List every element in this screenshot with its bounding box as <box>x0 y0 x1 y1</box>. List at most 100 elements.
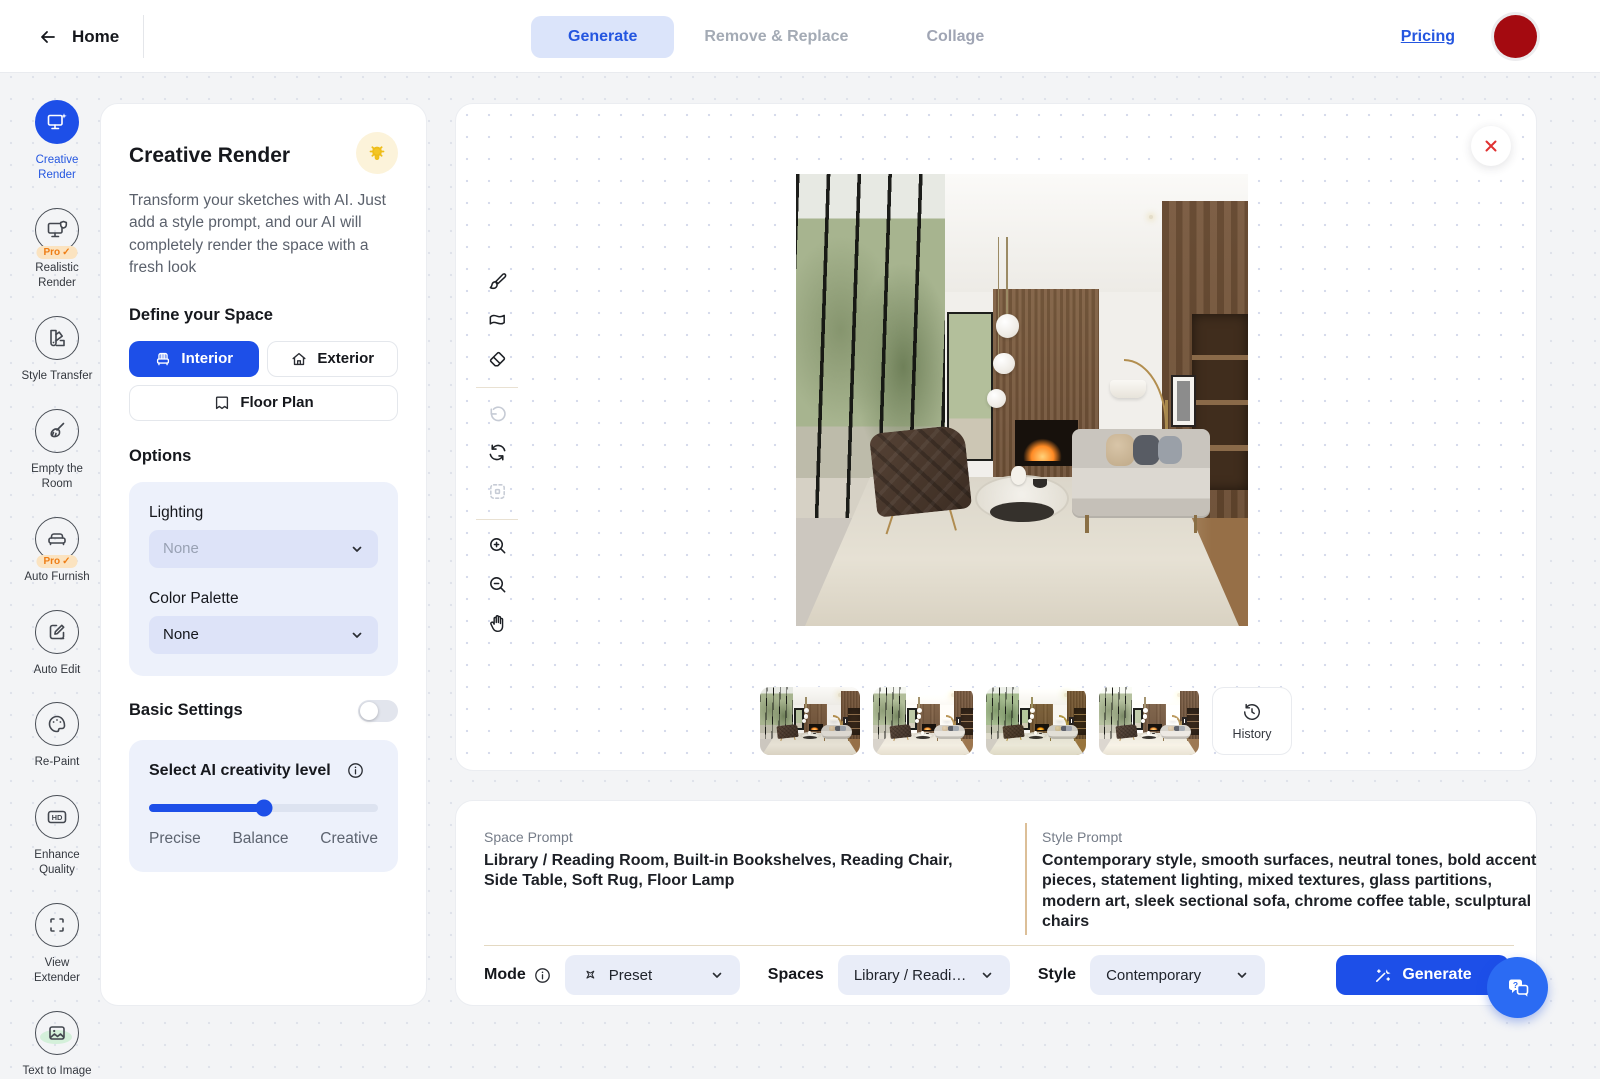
tab-remove-replace[interactable]: Remove & Replace <box>704 28 848 46</box>
sidebar-item-auto-furnish[interactable]: Pro✓ Auto Furnish <box>24 517 89 585</box>
select-area-icon <box>480 474 514 508</box>
floor-plan-icon <box>213 394 231 412</box>
help-chat-button[interactable]: ? <box>1487 957 1548 1018</box>
mode-select[interactable]: Preset <box>565 955 740 995</box>
home-button[interactable]: Home <box>38 0 119 73</box>
sidebar-item-label: Auto Edit <box>34 663 81 678</box>
sidebar-item-enhance-quality[interactable]: HD Enhance Quality <box>21 795 93 878</box>
creativity-slider[interactable] <box>149 804 378 812</box>
sidebar-item-label: Enhance Quality <box>21 848 93 878</box>
info-icon[interactable] <box>534 967 551 984</box>
pan-hand-icon[interactable] <box>480 606 514 640</box>
space-prompt-text[interactable]: Library / Reading Room, Built-in Bookshe… <box>484 851 954 892</box>
close-canvas-button[interactable] <box>1471 126 1511 166</box>
sidebar-item-empty-the-room[interactable]: Empty the Room <box>30 409 84 492</box>
history-button[interactable]: History <box>1212 687 1292 755</box>
home-label: Home <box>72 27 119 47</box>
house-icon <box>290 350 308 368</box>
render-thumbnail-2[interactable] <box>873 687 973 755</box>
floor-plan-button[interactable]: Floor Plan <box>129 385 398 421</box>
interior-label: Interior <box>181 350 233 367</box>
sidebar-item-text-to-image[interactable]: Text to Image <box>22 1011 91 1079</box>
interior-button[interactable]: Interior <box>129 341 259 377</box>
refresh-icon[interactable] <box>480 435 514 469</box>
slider-thumb[interactable] <box>255 799 272 816</box>
header-divider <box>143 15 144 58</box>
sidebar-item-view-extender[interactable]: View Extender <box>21 903 93 986</box>
style-prompt-text[interactable]: Contemporary style, smooth surfaces, neu… <box>1042 851 1538 933</box>
chat-question-icon: ? <box>1503 973 1533 1003</box>
avatar[interactable] <box>1494 15 1537 58</box>
tab-generate[interactable]: Generate <box>531 16 674 58</box>
slider-label-balance: Balance <box>232 830 288 848</box>
lighting-select[interactable]: None <box>149 530 378 568</box>
style-prompt-label: Style Prompt <box>1042 829 1538 845</box>
tool-rail: Creative Render Pro✓ Realistic Render St… <box>18 100 96 1079</box>
sidebar-item-realistic-render[interactable]: Pro✓ Realistic Render <box>21 208 93 291</box>
style-select[interactable]: Contemporary <box>1090 955 1265 995</box>
room-image <box>796 174 1248 626</box>
sidebar-item-style-transfer[interactable]: Style Transfer <box>22 316 93 384</box>
exterior-label: Exterior <box>317 350 374 367</box>
sidebar-item-re-paint[interactable]: Re-Paint <box>35 702 80 770</box>
prompt-bar: Space Prompt Library / Reading Room, Bui… <box>455 800 1537 1006</box>
lighting-value: None <box>163 540 199 557</box>
history-icon <box>1242 702 1262 722</box>
color-palette-select[interactable]: None <box>149 616 378 654</box>
creativity-card: Select AI creativity level Precise Balan… <box>129 740 398 872</box>
sparkle-icon <box>581 966 599 984</box>
define-space-heading: Define your Space <box>129 306 398 325</box>
style-value: Contemporary <box>1106 967 1201 984</box>
basic-settings-toggle[interactable] <box>358 700 398 722</box>
eraser-tool-icon[interactable] <box>480 342 514 376</box>
sidebar-item-label: View Extender <box>21 956 93 986</box>
pricing-link[interactable]: Pricing <box>1401 0 1455 73</box>
spaces-label: Spaces <box>768 966 824 984</box>
render-thumbnail-1[interactable] <box>760 687 860 755</box>
canvas-toolbar <box>476 264 518 645</box>
sidebar-item-label: Re-Paint <box>35 755 80 770</box>
undo-icon <box>480 396 514 430</box>
controls-divider <box>484 945 1514 946</box>
options-card: Lighting None Color Palette None <box>129 482 398 676</box>
render-thumbnail-4[interactable] <box>1099 687 1199 755</box>
sidebar-item-label: Creative Render <box>21 153 93 183</box>
svg-text:?: ? <box>1512 980 1517 990</box>
slider-label-creative: Creative <box>320 830 378 848</box>
sidebar-item-auto-edit[interactable]: Auto Edit <box>34 610 81 678</box>
space-prompt-label: Space Prompt <box>484 829 954 845</box>
image-icon <box>45 1021 69 1045</box>
brush-tool-icon[interactable] <box>480 264 514 298</box>
arrow-left-icon <box>38 27 58 47</box>
chevron-down-icon <box>350 542 364 556</box>
creative-render-panel: Creative Render Transform your sketches … <box>100 103 427 1006</box>
generate-label: Generate <box>1402 966 1471 984</box>
exterior-button[interactable]: Exterior <box>267 341 399 377</box>
style-label: Style <box>1038 966 1076 984</box>
edit-square-icon <box>45 620 69 644</box>
chevron-down-icon <box>710 968 724 982</box>
zoom-out-icon[interactable] <box>480 567 514 601</box>
mode-value: Preset <box>609 967 700 984</box>
tips-button[interactable] <box>356 132 398 174</box>
spaces-select[interactable]: Library / Readi… <box>838 955 1010 995</box>
sidebar-item-creative-render[interactable]: Creative Render <box>21 100 93 183</box>
palette-icon <box>45 712 69 736</box>
generate-button[interactable]: Generate <box>1336 955 1509 995</box>
sidebar-item-label: Style Transfer <box>22 369 93 384</box>
color-palette-label: Color Palette <box>149 590 378 608</box>
mode-label: Mode <box>484 966 526 984</box>
history-label: History <box>1233 727 1272 741</box>
zoom-in-icon[interactable] <box>480 528 514 562</box>
info-icon[interactable] <box>347 762 364 779</box>
lasso-tool-icon[interactable] <box>480 303 514 337</box>
expand-corners-icon <box>45 913 69 937</box>
close-icon <box>1483 138 1499 154</box>
svg-text:HD: HD <box>52 813 63 822</box>
creativity-heading: Select AI creativity level <box>149 762 331 780</box>
toolbar-divider <box>476 387 518 388</box>
tab-collage[interactable]: Collage <box>926 28 984 46</box>
sidebar-item-label: Empty the Room <box>30 462 84 492</box>
render-thumbnail-3[interactable] <box>986 687 1086 755</box>
pro-badge: Pro✓ <box>36 555 77 568</box>
